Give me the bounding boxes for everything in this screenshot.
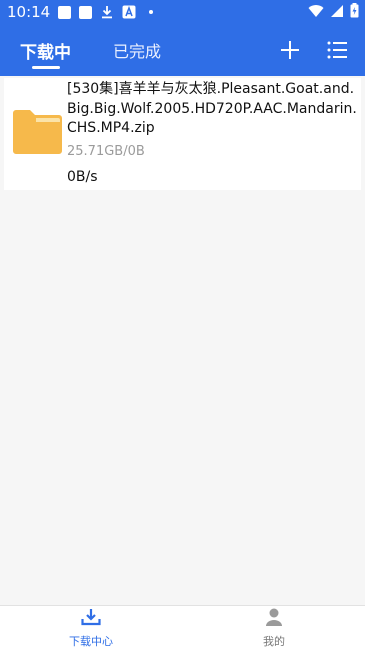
battery-icon xyxy=(350,3,359,22)
bottom-navigation: 下载中心 我的 xyxy=(0,605,365,650)
file-size: 25.71GB/0B xyxy=(67,144,145,159)
tab-bar: 下载中 已完成 xyxy=(0,24,365,76)
plus-icon[interactable] xyxy=(279,39,301,61)
dot-icon xyxy=(144,5,158,19)
notification-icon xyxy=(79,5,93,19)
download-notification-icon xyxy=(100,5,114,19)
app-header: 10:14 下载中 已完成 xyxy=(0,0,365,76)
download-item[interactable]: [530集]喜羊羊与灰太狼.Pleasant.Goat.and.Big.Big.… xyxy=(4,78,361,190)
nav-label: 我的 xyxy=(263,635,285,648)
file-name: [530集]喜羊羊与灰太狼.Pleasant.Goat.and.Big.Big.… xyxy=(67,81,357,136)
notification-icon xyxy=(58,5,72,19)
status-bar: 10:14 xyxy=(0,0,365,24)
download-speed: 0B/s xyxy=(67,169,98,185)
list-menu-icon[interactable] xyxy=(326,39,348,61)
status-time: 10:14 xyxy=(7,3,51,21)
nav-download-center[interactable]: 下载中心 xyxy=(31,608,151,650)
wifi-icon xyxy=(308,4,324,22)
download-list: [530集]喜羊羊与灰太狼.Pleasant.Goat.and.Big.Big.… xyxy=(0,76,365,605)
tab-completed[interactable]: 已完成 xyxy=(113,38,161,62)
signal-icon xyxy=(330,4,344,22)
user-icon xyxy=(264,608,284,630)
active-tab-indicator xyxy=(32,66,60,69)
app-notification-icon xyxy=(122,5,136,19)
nav-mine[interactable]: 我的 xyxy=(214,608,334,650)
tab-downloading[interactable]: 下载中 xyxy=(20,38,71,63)
folder-icon xyxy=(12,108,63,155)
download-icon xyxy=(81,608,101,630)
nav-label: 下载中心 xyxy=(69,635,113,648)
